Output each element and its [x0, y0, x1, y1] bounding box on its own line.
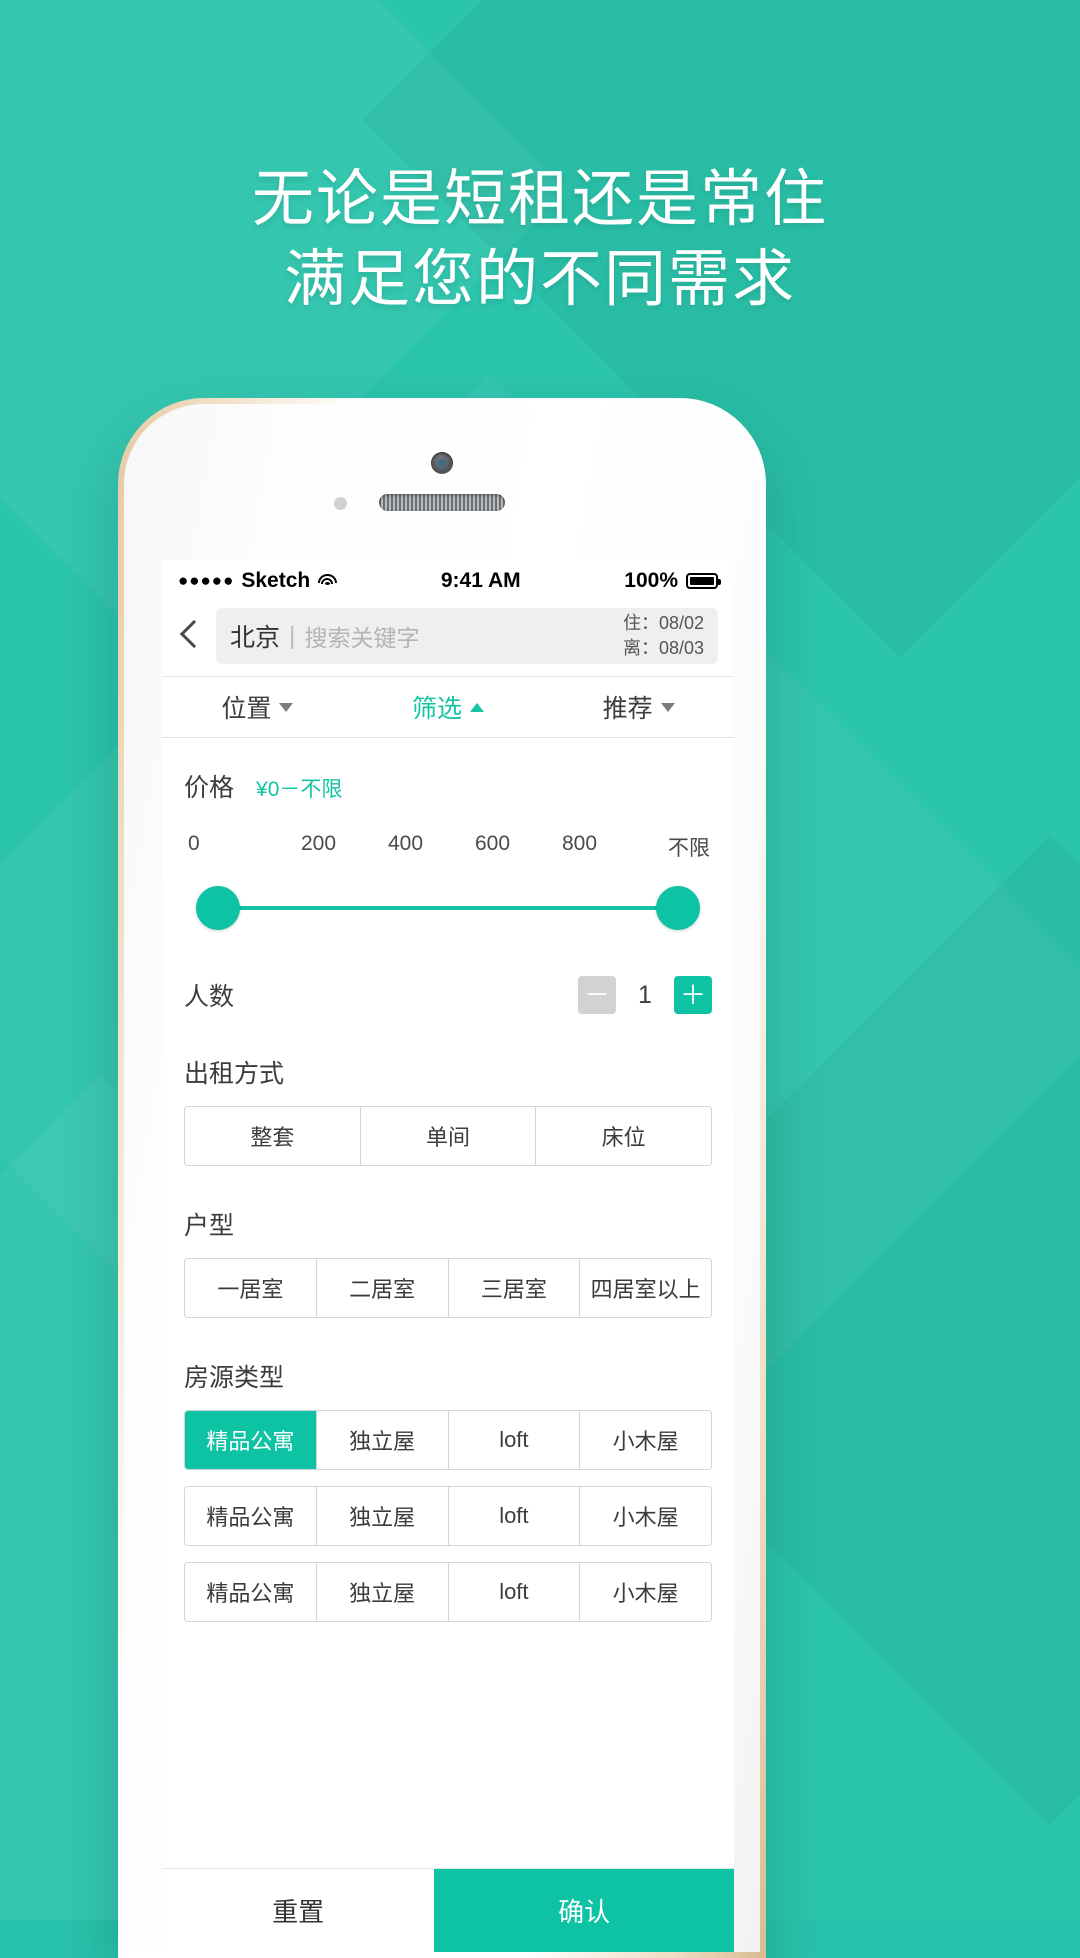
price-label: 价格 — [184, 774, 235, 802]
search-bar: 北京 | 搜索关键字 住：08/02 离：08/03 — [162, 602, 734, 676]
price-tick-labels: 0 200 400 600 800 不限 — [184, 832, 712, 862]
house-type-option[interactable]: 精品公寓 — [185, 1563, 317, 1621]
house-type-title: 房源类型 — [184, 1364, 285, 1392]
increment-button[interactable]: ＋ — [674, 976, 712, 1014]
phone-body: ●●●●● Sketch 9:41 AM 100% 北京 | 搜索关键字 住：0… — [124, 404, 760, 1952]
status-bar: ●●●●● Sketch 9:41 AM 100% — [162, 560, 734, 602]
price-header: 价格 ¥0－不限 — [184, 768, 712, 804]
status-bar-left: ●●●●● Sketch — [178, 569, 337, 593]
proximity-sensor-icon — [334, 497, 347, 510]
filter-action-bar: 重置 确认 — [162, 1868, 734, 1952]
wifi-icon — [317, 573, 337, 589]
front-camera-icon — [431, 452, 453, 474]
price-tick: 400 — [387, 832, 424, 855]
headline-line-1: 无论是短租还是常住 — [251, 165, 828, 234]
house-type-option[interactable]: 独立屋 — [316, 1487, 449, 1545]
decrement-button[interactable]: － — [578, 976, 616, 1014]
search-placeholder: 搜索关键字 — [304, 625, 420, 651]
house-type-option[interactable]: 小木屋 — [580, 1563, 711, 1621]
chevron-down-icon — [279, 702, 294, 712]
layout-type-options: 一居室 二居室 三居室 四居室以上 — [184, 1258, 712, 1318]
chevron-down-icon — [660, 702, 675, 712]
house-type-options-row: 精品公寓 独立屋 loft 小木屋 — [184, 1486, 712, 1546]
search-separator: | — [289, 621, 296, 650]
house-type-options-row: 精品公寓 独立屋 loft 小木屋 — [184, 1562, 712, 1622]
tab-filter[interactable]: 筛选 — [353, 689, 544, 725]
tab-recommend[interactable]: 推荐 — [543, 689, 734, 725]
search-city-label: 北京 — [230, 624, 281, 652]
tab-location-label: 位置 — [221, 695, 272, 723]
house-type-option[interactable]: 小木屋 — [580, 1411, 711, 1469]
layout-type-option[interactable]: 三居室 — [448, 1259, 581, 1317]
quantity-stepper: － 1 ＋ — [578, 976, 712, 1014]
house-type-option[interactable]: 独立屋 — [316, 1411, 449, 1469]
battery-percent-label: 100% — [624, 569, 678, 592]
house-type-option[interactable]: loft — [448, 1487, 581, 1545]
chevron-up-icon — [470, 702, 485, 712]
tab-location[interactable]: 位置 — [162, 689, 353, 725]
phone-screen: ●●●●● Sketch 9:41 AM 100% 北京 | 搜索关键字 住：0… — [162, 560, 734, 1952]
house-type-options-row: 精品公寓 独立屋 loft 小木屋 — [184, 1410, 712, 1470]
house-type-option[interactable]: 精品公寓 — [185, 1487, 317, 1545]
page-title: 无论是短租还是常住 满足您的不同需求 — [0, 160, 1080, 320]
status-bar-time: 9:41 AM — [440, 569, 521, 592]
slider-knob-max[interactable] — [656, 886, 700, 930]
rent-type-options: 整套 单间 床位 — [184, 1106, 712, 1166]
price-range-slider[interactable] — [196, 886, 700, 930]
house-type-option[interactable]: 精品公寓 — [185, 1411, 317, 1469]
layout-type-option[interactable]: 四居室以上 — [580, 1259, 711, 1317]
battery-full-icon — [686, 573, 721, 589]
price-section: 价格 ¥0－不限 0 200 400 600 800 不限 人数 － 1 ＋ 出… — [162, 768, 734, 1622]
rent-type-title: 出租方式 — [184, 1060, 285, 1088]
chevron-left-icon[interactable] — [172, 613, 206, 659]
price-range-value: ¥0－不限 — [256, 778, 343, 801]
house-type-option[interactable]: 小木屋 — [580, 1487, 711, 1545]
slider-knob-min[interactable] — [196, 886, 240, 930]
tab-filter-label: 筛选 — [412, 695, 463, 723]
rent-type-option[interactable]: 单间 — [360, 1107, 537, 1165]
rent-type-option[interactable]: 床位 — [536, 1107, 711, 1165]
price-tick: 0 — [188, 832, 200, 855]
rent-type-option[interactable]: 整套 — [185, 1107, 361, 1165]
price-tick: 200 — [300, 832, 337, 855]
layout-type-title: 户型 — [184, 1212, 235, 1240]
filter-panel: 价格 ¥0－不限 0 200 400 600 800 不限 人数 － 1 ＋ 出… — [162, 768, 734, 1622]
price-tick: 600 — [474, 832, 511, 855]
signal-dots-icon: ●●●●● — [178, 571, 235, 590]
carrier-label: Sketch — [241, 569, 311, 592]
layout-type-option[interactable]: 二居室 — [316, 1259, 449, 1317]
people-label: 人数 — [184, 983, 235, 1011]
tab-recommend-label: 推荐 — [602, 695, 653, 723]
house-type-option[interactable]: loft — [448, 1563, 581, 1621]
reset-button[interactable]: 重置 — [162, 1869, 435, 1952]
search-input[interactable]: 北京 | 搜索关键字 住：08/02 离：08/03 — [216, 608, 718, 664]
earpiece-speaker-icon — [379, 494, 505, 511]
price-tick: 800 — [561, 832, 598, 855]
checkin-date: 住：08/02 — [622, 613, 704, 633]
date-range-display[interactable]: 住：08/02 离：08/03 — [623, 611, 704, 661]
house-type-option[interactable]: 独立屋 — [316, 1563, 449, 1621]
people-count-value: 1 — [638, 980, 652, 1009]
slider-track — [216, 906, 680, 910]
layout-type-option[interactable]: 一居室 — [185, 1259, 317, 1317]
people-count-row: 人数 － 1 ＋ — [184, 976, 712, 1014]
house-type-option[interactable]: loft — [448, 1411, 581, 1469]
status-bar-right: 100% — [624, 569, 721, 593]
filter-tab-bar: 位置 筛选 推荐 — [162, 676, 734, 738]
headline-line-2: 满足您的不同需求 — [283, 245, 796, 314]
confirm-button[interactable]: 确认 — [434, 1869, 734, 1952]
phone-mockup: ●●●●● Sketch 9:41 AM 100% 北京 | 搜索关键字 住：0… — [118, 398, 766, 1958]
price-tick: 不限 — [668, 837, 710, 860]
checkout-date: 离：08/03 — [622, 638, 704, 658]
